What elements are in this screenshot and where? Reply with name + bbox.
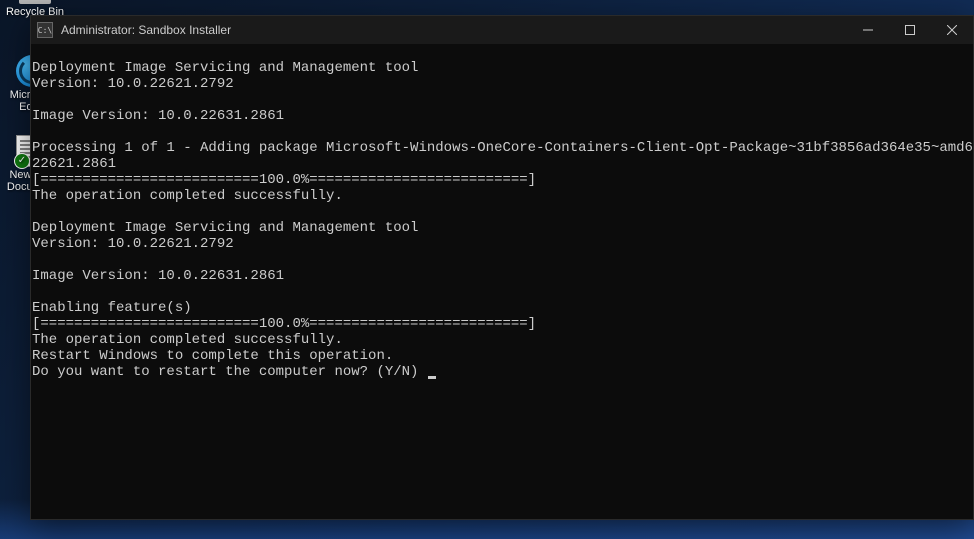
terminal-line <box>31 252 973 268</box>
terminal-line: Image Version: 10.0.22631.2861 <box>31 108 973 124</box>
close-icon <box>947 25 957 35</box>
maximize-button[interactable] <box>889 16 931 44</box>
recycle-bin-icon <box>19 0 51 4</box>
maximize-icon <box>905 25 915 35</box>
sync-check-icon <box>14 153 30 169</box>
terminal-cursor <box>428 376 436 379</box>
terminal-line: Processing 1 of 1 - Adding package Micro… <box>31 140 973 156</box>
window-controls <box>847 16 973 44</box>
terminal-line: The operation completed successfully. <box>31 332 973 348</box>
minimize-icon <box>863 25 873 35</box>
close-button[interactable] <box>931 16 973 44</box>
terminal-window: C:\ Administrator: Sandbox Installer Dep… <box>30 15 974 520</box>
terminal-line: 22621.2861 <box>31 156 973 172</box>
terminal-line <box>31 284 973 300</box>
terminal-line <box>31 204 973 220</box>
window-title: Administrator: Sandbox Installer <box>61 23 847 37</box>
terminal-line: Deployment Image Servicing and Managemen… <box>31 60 973 76</box>
terminal-line: [==========================100.0%=======… <box>31 316 973 332</box>
terminal-line <box>31 44 973 60</box>
terminal-line: Version: 10.0.22621.2792 <box>31 76 973 92</box>
terminal-app-icon: C:\ <box>37 22 53 38</box>
terminal-line: Image Version: 10.0.22631.2861 <box>31 268 973 284</box>
terminal-line: Do you want to restart the computer now?… <box>31 364 973 380</box>
terminal-line: The operation completed successfully. <box>31 188 973 204</box>
minimize-button[interactable] <box>847 16 889 44</box>
terminal-line: Deployment Image Servicing and Managemen… <box>31 220 973 236</box>
terminal-line: [==========================100.0%=======… <box>31 172 973 188</box>
terminal-line: Enabling feature(s) <box>31 300 973 316</box>
terminal-line <box>31 92 973 108</box>
terminal-line <box>31 124 973 140</box>
titlebar[interactable]: C:\ Administrator: Sandbox Installer <box>31 16 973 44</box>
terminal-line: Restart Windows to complete this operati… <box>31 348 973 364</box>
terminal-body[interactable]: Deployment Image Servicing and Managemen… <box>31 44 973 519</box>
terminal-line: Version: 10.0.22621.2792 <box>31 236 973 252</box>
